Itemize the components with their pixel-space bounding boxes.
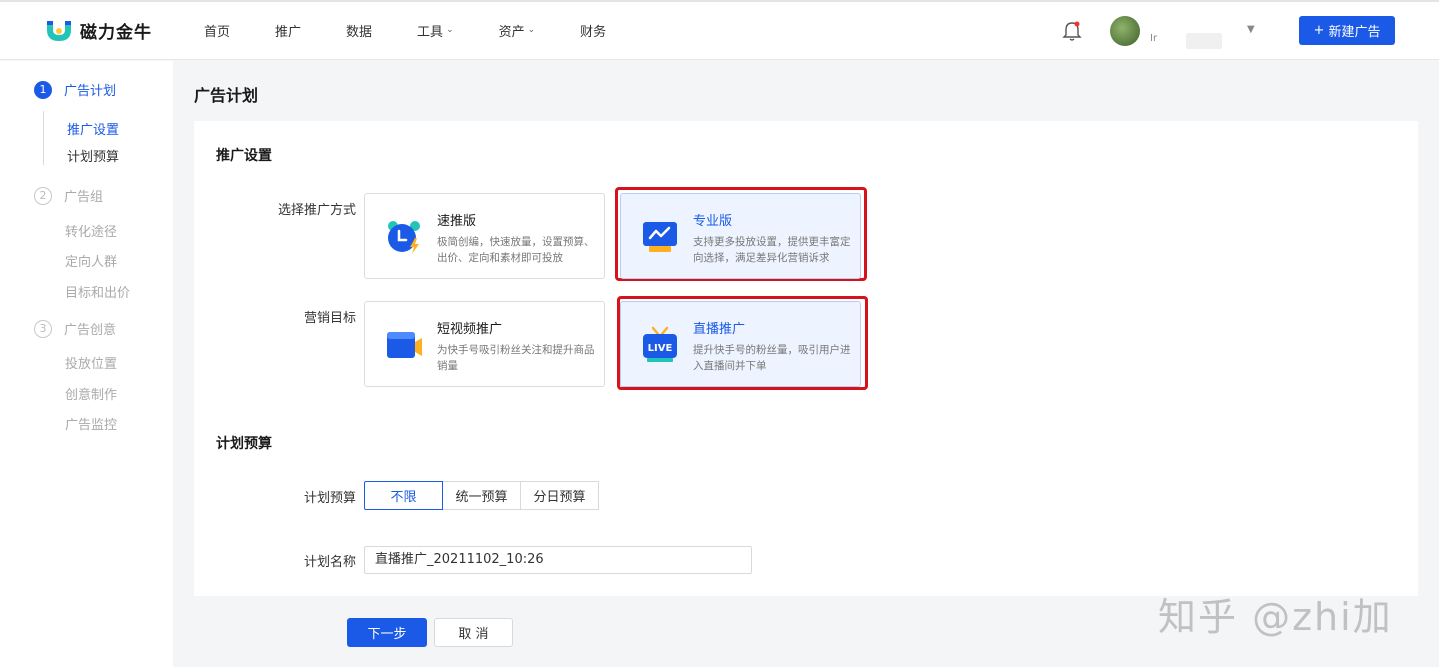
option-desc: 提升快手号的粉丝量，吸引用户进入直播间并下单: [693, 344, 851, 372]
sidebar-item-targeting[interactable]: 定向人群: [65, 251, 117, 270]
sidebar-item-creative[interactable]: 创意制作: [65, 384, 117, 403]
new-ad-label: 新建广告: [1328, 25, 1381, 40]
nav-promote[interactable]: 推广: [275, 21, 301, 40]
step-label: 广告组: [64, 190, 104, 205]
option-desc: 为快手号吸引粉丝关注和提升商品销量: [437, 344, 595, 372]
video-camera-icon: [387, 332, 422, 358]
budget-option-daily[interactable]: 分日预算: [520, 481, 599, 510]
chevron-down-icon: ⌄: [446, 25, 454, 35]
option-fast[interactable]: 速推版 极简创编，快速放量，设置预算、出价、定向和素材即可投放: [364, 193, 605, 279]
section-title-budget: 计划预算: [216, 436, 272, 452]
new-ad-button[interactable]: + 新建广告: [1299, 16, 1395, 45]
budget-option-unlimited[interactable]: 不限: [364, 481, 443, 510]
step-number: 3: [34, 319, 52, 338]
sidebar-item-monitor[interactable]: 广告监控: [65, 414, 117, 433]
sidebar-item-placement[interactable]: 投放位置: [65, 353, 117, 372]
nav-home[interactable]: 首页: [204, 21, 230, 40]
goal-label: 营销目标: [303, 311, 356, 326]
user-name-redacted: [1186, 33, 1222, 49]
nav-finance[interactable]: 财务: [580, 21, 606, 40]
nav-label: 首页: [204, 24, 231, 40]
nav-label: 推广: [275, 24, 302, 40]
option-title: 直播推广: [693, 322, 746, 337]
logo[interactable]: 磁力金牛: [44, 18, 152, 43]
option-title: 专业版: [693, 214, 733, 229]
plus-icon: +: [1313, 23, 1325, 38]
bell-icon[interactable]: [1062, 20, 1082, 42]
next-button[interactable]: 下一步: [347, 618, 427, 647]
sidebar-item-conversion[interactable]: 转化途径: [65, 221, 117, 240]
caret-down-icon[interactable]: ▼: [1247, 24, 1255, 35]
nav-assets[interactable]: 资产 ⌄: [499, 21, 536, 40]
method-label: 选择推广方式: [277, 203, 356, 218]
monitor-chart-icon: [643, 222, 677, 252]
chevron-down-icon: ⌄: [527, 25, 536, 35]
top-header: 磁力金牛 首页 推广 数据 工具 ⌄ 资产 ⌄ 财务 Ir ▼ + 新建广告: [0, 0, 1439, 60]
nav-data[interactable]: 数据: [346, 21, 372, 40]
nav-label: 工具: [417, 24, 444, 40]
avatar[interactable]: [1110, 16, 1140, 46]
budget-segmented-control: 不限 统一预算 分日预算: [364, 481, 599, 510]
step-connector: [43, 111, 44, 165]
step-label: 广告计划: [64, 84, 117, 99]
user-name[interactable]: Ir: [1150, 33, 1157, 44]
clock-bolt-icon: [388, 221, 420, 254]
watermark: 知乎 @zhi加: [1158, 595, 1393, 639]
logo-text: 磁力金牛: [80, 23, 152, 43]
name-label: 计划名称: [303, 555, 356, 570]
step-ad-group[interactable]: 2 广告组: [34, 186, 103, 205]
option-short-video[interactable]: 短视频推广 为快手号吸引粉丝关注和提升商品销量: [364, 301, 605, 387]
option-title: 短视频推广: [437, 322, 503, 337]
nav-label: 财务: [580, 24, 607, 40]
step-number: 1: [34, 80, 52, 99]
sidebar-item-plan-budget[interactable]: 计划预算: [67, 146, 119, 165]
main-nav: 首页 推广 数据 工具 ⌄ 资产 ⌄ 财务: [204, 0, 651, 60]
section-title-promo: 推广设置: [216, 148, 272, 164]
option-desc: 支持更多投放设置，提供更丰富定向选择，满足差异化营销诉求: [693, 236, 851, 264]
nav-label: 资产: [498, 24, 525, 40]
sidebar-item-bid[interactable]: 目标和出价: [65, 282, 130, 301]
plan-name-input[interactable]: 直播推广_20211102_10:26: [364, 546, 752, 574]
step-label: 广告创意: [64, 323, 117, 338]
step-ad-plan[interactable]: 1 广告计划: [34, 80, 116, 99]
step-ad-creative[interactable]: 3 广告创意: [34, 319, 116, 338]
nav-label: 数据: [346, 24, 373, 40]
sidebar-item-promo-settings[interactable]: 推广设置: [67, 119, 119, 138]
option-title: 速推版: [437, 214, 477, 229]
option-live[interactable]: LIVE 直播推广 提升快手号的粉丝量，吸引用户进入直播间并下单: [620, 301, 861, 387]
nav-tools[interactable]: 工具 ⌄: [417, 21, 454, 40]
option-pro[interactable]: 专业版 支持更多投放设置，提供更丰富定向选择，满足差异化营销诉求: [620, 193, 861, 279]
step-number: 2: [34, 186, 52, 205]
cancel-button[interactable]: 取 消: [434, 618, 513, 647]
option-desc: 极简创编，快速放量，设置预算、出价、定向和素材即可投放: [437, 236, 595, 264]
live-icon-text: LIVE: [648, 343, 673, 354]
budget-label: 计划预算: [303, 491, 356, 506]
page-title: 广告计划: [194, 86, 259, 105]
magnet-logo-icon: [47, 20, 71, 41]
live-tv-icon: LIVE: [643, 326, 677, 362]
budget-option-unified[interactable]: 统一预算: [442, 481, 521, 510]
